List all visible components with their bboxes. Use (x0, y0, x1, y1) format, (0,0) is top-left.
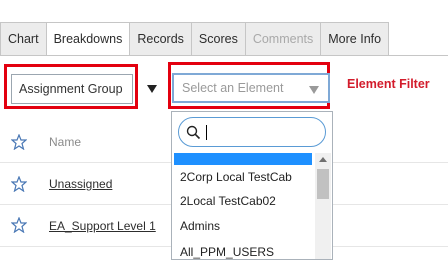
search-icon (186, 125, 201, 140)
scrollbar-thumb[interactable] (317, 169, 329, 199)
tab-scores[interactable]: Scores (191, 22, 246, 56)
name-column-header[interactable]: Name (49, 135, 81, 149)
dropdown-option[interactable]: 2Corp Local TestCab (180, 170, 292, 184)
tab-comments: Comments (245, 22, 322, 56)
dropdown-scrollbar[interactable] (315, 153, 331, 259)
star-icon[interactable] (11, 134, 27, 150)
tab-chart[interactable]: Chart (0, 22, 47, 56)
breakdown-select-value: Assignment Group (19, 82, 123, 96)
element-filter-annotation: Element Filter (347, 77, 430, 91)
text-cursor (206, 125, 207, 140)
row-link-ea-support-level-1[interactable]: EA_Support Level 1 (49, 219, 156, 233)
highlighted-option[interactable] (174, 153, 312, 165)
element-caret-icon[interactable] (309, 86, 319, 94)
tab-bar: Chart Breakdowns Records Scores Comments… (0, 22, 390, 56)
star-icon[interactable] (11, 217, 27, 233)
element-select-placeholder: Select an Element (182, 81, 284, 95)
dropdown-search-input[interactable] (178, 117, 326, 147)
row-link-unassigned[interactable]: Unassigned (49, 177, 112, 191)
tab-more-info[interactable]: More Info (321, 22, 390, 56)
element-dropdown: 2Corp Local TestCab 2Local TestCab02 Adm… (171, 111, 333, 260)
tab-divider (0, 55, 448, 56)
tab-breakdowns[interactable]: Breakdowns (46, 22, 131, 56)
dropdown-option[interactable]: 2Local TestCab02 (180, 194, 276, 208)
scroll-up-icon[interactable] (319, 157, 327, 162)
tab-records[interactable]: Records (130, 22, 192, 56)
dropdown-option[interactable]: Admins (180, 219, 220, 233)
element-select[interactable]: Select an Element (172, 73, 330, 103)
breakdown-caret-icon[interactable] (147, 85, 157, 93)
dropdown-option[interactable]: All_PPM_USERS (180, 245, 274, 259)
breakdown-select[interactable]: Assignment Group (11, 74, 133, 104)
star-icon[interactable] (11, 176, 27, 192)
